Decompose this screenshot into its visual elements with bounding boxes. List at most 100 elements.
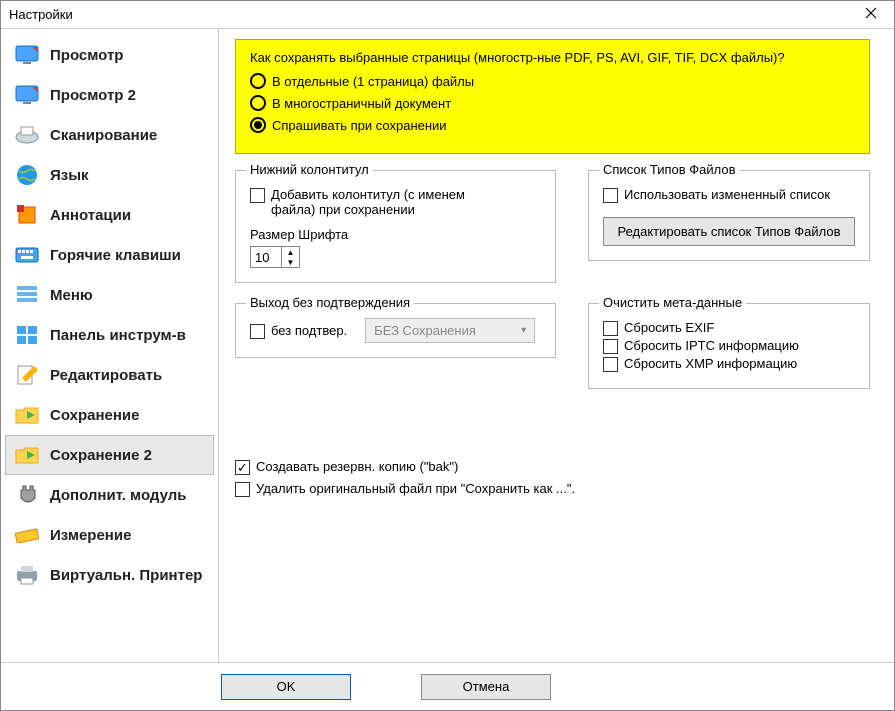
checkbox-icon (235, 482, 250, 497)
close-button[interactable] (848, 1, 894, 29)
clear-meta-legend: Очистить мета-данные (599, 295, 746, 310)
reset-iptc-checkbox[interactable]: Сбросить IPTC информацию (603, 338, 855, 354)
keyboard-icon (14, 244, 40, 266)
footer-legend: Нижний колонтитул (246, 162, 373, 177)
checkbox-label: Сбросить XMP информацию (624, 356, 797, 371)
dropdown-value: БЕЗ Сохранения (374, 323, 476, 338)
edit-filetypes-button[interactable]: Редактировать список Типов Файлов (603, 217, 855, 246)
annotation-icon (14, 204, 40, 226)
radio-label: Спрашивать при сохранении (272, 118, 447, 133)
edit-icon (14, 364, 40, 386)
button-label: Редактировать список Типов Файлов (617, 224, 840, 239)
folder-save-icon (14, 404, 40, 426)
cancel-button[interactable]: Отмена (421, 674, 551, 700)
radio-icon (250, 73, 266, 89)
fontsize-label: Размер Шрифта (250, 227, 541, 242)
checkbox-icon (235, 460, 250, 475)
radio-icon (250, 117, 266, 133)
checkbox-icon (603, 321, 618, 336)
window-title: Настройки (9, 7, 73, 22)
checkbox-icon (250, 188, 265, 203)
checkbox-label: Использовать измененный список (624, 187, 830, 202)
multipage-question: Как сохранять выбранные страницы (многос… (250, 50, 855, 65)
radio-ask-on-save[interactable]: Спрашивать при сохранении (250, 117, 855, 133)
sidebar-item-label: Сканирование (50, 127, 157, 144)
sidebar-item-printer[interactable]: Виртуальн. Принтер (5, 555, 214, 595)
create-backup-checkbox[interactable]: Создавать резервн. копию ("bak") (235, 459, 870, 475)
monitor-icon (14, 44, 40, 66)
sidebar-item-view[interactable]: Просмотр (5, 35, 214, 75)
checkbox-icon (603, 339, 618, 354)
checkbox-icon (250, 324, 265, 339)
button-label: OK (277, 679, 296, 694)
globe-icon (14, 164, 40, 186)
menu-icon (14, 284, 40, 306)
checkbox-label: Добавить колонтитул (с именем файла) при… (271, 187, 511, 217)
grid-icon (14, 324, 40, 346)
radio-separate-files[interactable]: В отдельные (1 страница) файлы (250, 73, 855, 89)
plugin-icon (14, 484, 40, 506)
ruler-icon (14, 524, 40, 546)
footer-group: Нижний колонтитул Добавить колонтитул (с… (235, 170, 556, 283)
sidebar-item-label: Язык (50, 167, 89, 184)
scanner-icon (14, 124, 40, 146)
multipage-save-group: Как сохранять выбранные страницы (многос… (235, 39, 870, 154)
titlebar: Настройки (1, 1, 894, 29)
noconfirm-checkbox[interactable]: без подтвер. (250, 323, 347, 339)
sidebar-item-edit[interactable]: Редактировать (5, 355, 214, 395)
exit-noconfirm-group: Выход без подтверждения без подтвер. БЕЗ… (235, 303, 556, 358)
sidebar-item-save2[interactable]: Сохранение 2 (5, 435, 214, 475)
sidebar-item-language[interactable]: Язык (5, 155, 214, 195)
checkbox-icon (603, 357, 618, 372)
sidebar-item-label: Дополнит. модуль (50, 487, 187, 504)
sidebar-item-label: Меню (50, 287, 93, 304)
checkbox-label: Создавать резервн. копию ("bak") (256, 459, 458, 474)
sidebar-item-measure[interactable]: Измерение (5, 515, 214, 555)
radio-label: В отдельные (1 страница) файлы (272, 74, 474, 89)
sidebar-item-hotkeys[interactable]: Горячие клавиши (5, 235, 214, 275)
exit-legend: Выход без подтверждения (246, 295, 414, 310)
sidebar-item-menu[interactable]: Меню (5, 275, 214, 315)
checkbox-icon (603, 188, 618, 203)
ok-button[interactable]: OK (221, 674, 351, 700)
sidebar-item-label: Панель инструм-в (50, 327, 186, 344)
sidebar-item-label: Просмотр 2 (50, 87, 136, 104)
nosave-dropdown: БЕЗ Сохранения ▾ (365, 318, 535, 343)
sidebar-item-label: Редактировать (50, 367, 162, 384)
fontsize-spinner[interactable]: 10 ▲▼ (250, 246, 300, 268)
chevron-down-icon: ▾ (521, 325, 526, 336)
radio-icon (250, 95, 266, 111)
sidebar-item-label: Просмотр (50, 47, 123, 64)
sidebar-item-view2[interactable]: Просмотр 2 (5, 75, 214, 115)
button-label: Отмена (463, 679, 510, 694)
filetypes-group: Список Типов Файлов Использовать изменен… (588, 170, 870, 261)
use-changed-list-checkbox[interactable]: Использовать измененный список (603, 187, 855, 203)
sidebar: Просмотр Просмотр 2 Сканирование Язык Ан… (1, 29, 219, 662)
sidebar-item-label: Сохранение 2 (50, 447, 152, 464)
settings-window: Настройки Просмотр Просмотр 2 Сканирован… (0, 0, 895, 711)
spinner-arrows-icon: ▲▼ (281, 247, 299, 267)
sidebar-item-scan[interactable]: Сканирование (5, 115, 214, 155)
sidebar-item-save[interactable]: Сохранение (5, 395, 214, 435)
reset-exif-checkbox[interactable]: Сбросить EXIF (603, 320, 855, 336)
sidebar-item-label: Горячие клавиши (50, 247, 181, 264)
add-footer-checkbox[interactable]: Добавить колонтитул (с именем файла) при… (250, 187, 541, 217)
checkbox-label: без подтвер. (271, 323, 347, 338)
checkbox-label: Удалить оригинальный файл при "Сохранить… (256, 481, 575, 496)
radio-multipage-doc[interactable]: В многостраничный документ (250, 95, 855, 111)
radio-label: В многостраничный документ (272, 96, 451, 111)
delete-original-checkbox[interactable]: Удалить оригинальный файл при "Сохранить… (235, 481, 870, 497)
sidebar-item-label: Виртуальн. Принтер (50, 567, 202, 584)
sidebar-item-annotations[interactable]: Аннотации (5, 195, 214, 235)
sidebar-item-plugin[interactable]: Дополнит. модуль (5, 475, 214, 515)
fontsize-value: 10 (251, 250, 281, 265)
clear-meta-group: Очистить мета-данные Сбросить EXIF Сброс… (588, 303, 870, 389)
button-bar: OK Отмена (1, 662, 894, 710)
sidebar-item-label: Измерение (50, 527, 131, 544)
sidebar-item-toolbar[interactable]: Панель инструм-в (5, 315, 214, 355)
sidebar-item-label: Сохранение (50, 407, 140, 424)
close-icon (865, 6, 877, 23)
filetypes-legend: Список Типов Файлов (599, 162, 740, 177)
checkbox-label: Сбросить EXIF (624, 320, 714, 335)
reset-xmp-checkbox[interactable]: Сбросить XMP информацию (603, 356, 855, 372)
